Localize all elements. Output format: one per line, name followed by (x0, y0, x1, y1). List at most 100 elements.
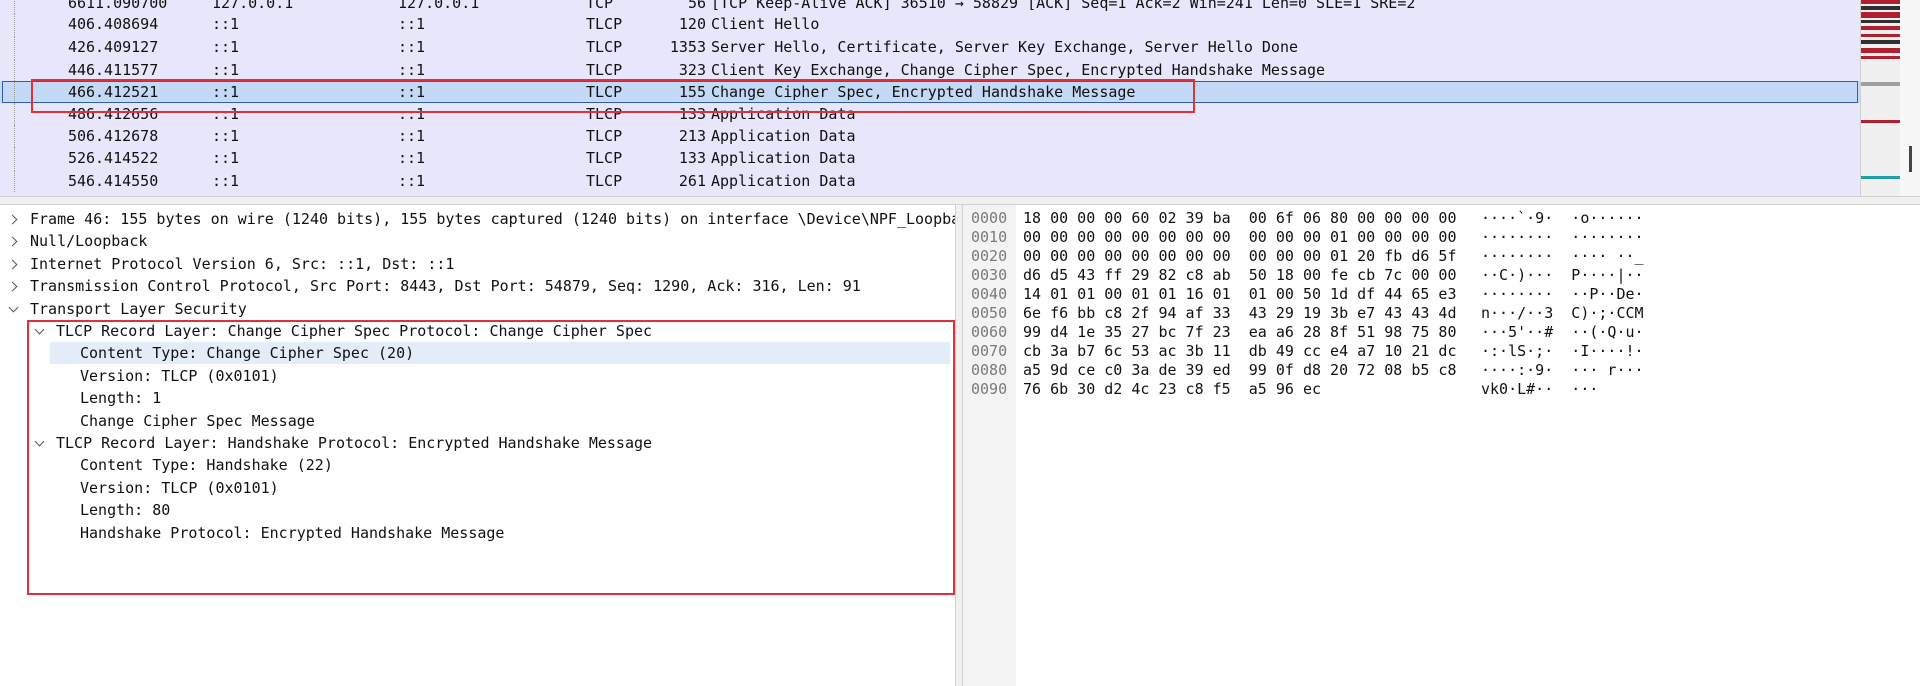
packet-number: 52 (67, 149, 86, 167)
ascii-bytes[interactable]: ········ ··P··De· (1481, 285, 1644, 304)
packet-length: 323 (678, 61, 706, 79)
row-guide-line (14, 0, 15, 14)
minimap-mark (1861, 176, 1901, 179)
packet-source: ::1 (212, 127, 240, 145)
hex-bytes[interactable]: cb 3a b7 6c 53 ac 3b 11 db 49 cc e4 a7 1… (1023, 342, 1456, 361)
ascii-bytes[interactable]: ········ ···· ··_ (1481, 247, 1644, 266)
tree-row[interactable]: Transmission Control Protocol, Src Port:… (0, 275, 950, 297)
hex-row[interactable]: 0080 a5 9d ce c0 3a de 39 ed 99 0f d8 20 … (963, 361, 1903, 380)
packet-row[interactable]: 42 6.409127::1::1 TLCP 1353 Server Hello, Ce… (0, 36, 1860, 58)
ascii-bytes[interactable]: ·:·lS·;· ·I····!· (1481, 342, 1644, 361)
packet-number: 54 (67, 172, 86, 190)
chevron-down-icon[interactable] (8, 304, 18, 314)
hex-bytes[interactable]: 6e f6 bb c8 2f 94 af 33 43 29 19 3b e7 4… (1023, 304, 1456, 323)
packet-time: 6.411577 (86, 61, 159, 79)
minimap-mark (1861, 48, 1901, 53)
chevron-right-icon[interactable] (8, 214, 18, 224)
packet-info: Application Data (711, 172, 856, 190)
scrollbar-thumb[interactable] (1909, 146, 1912, 172)
packet-minimap[interactable] (1860, 0, 1901, 196)
packet-list-scrollbar[interactable] (1900, 0, 1920, 196)
row-guide-line (14, 125, 15, 147)
tree-label: Frame 46: 155 bytes on wire (1240 bits),… (30, 210, 955, 228)
packet-number: 42 (67, 38, 86, 56)
hex-row[interactable]: 0050 6e f6 bb c8 2f 94 af 33 43 29 19 3b … (963, 304, 1903, 323)
ascii-bytes[interactable]: ····:·9· ··· r··· (1481, 361, 1644, 380)
row-guide-line (14, 13, 15, 35)
hex-offset: 0040 (971, 285, 1008, 303)
packet-number: 50 (67, 127, 86, 145)
hex-bytes[interactable]: 18 00 00 00 60 02 39 ba 00 6f 06 80 00 0… (1023, 209, 1456, 228)
hex-row[interactable]: 0000 18 00 00 00 60 02 39 ba 00 6f 06 80 … (963, 209, 1903, 228)
packet-destination: ::1 (398, 149, 426, 167)
packet-length: 261 (678, 172, 706, 190)
horizontal-splitter[interactable] (0, 196, 1920, 205)
packet-protocol: TCP (586, 0, 614, 12)
packet-protocol: TLCP (586, 149, 623, 167)
packet-row[interactable]: 66 11.090700 127.0.0.1 127.0.0.1 TCP 56 [TCP K… (0, 0, 1860, 14)
ascii-bytes[interactable]: ··C·)··· P····|·· (1481, 266, 1644, 285)
ascii-bytes[interactable]: vk0·L#·· ··· (1481, 380, 1598, 399)
hex-bytes[interactable]: 00 00 00 00 00 00 00 00 00 00 00 01 20 f… (1023, 247, 1456, 266)
packet-destination: ::1 (398, 61, 426, 79)
minimap-mark (1861, 26, 1901, 30)
packet-info: Client Hello (711, 15, 820, 33)
ascii-bytes[interactable]: ····`·9· ·o······ (1481, 209, 1644, 228)
tree-row[interactable]: Internet Protocol Version 6, Src: ::1, D… (0, 253, 950, 275)
packet-info: Application Data (711, 149, 856, 167)
packet-source: 127.0.0.1 (212, 0, 294, 12)
packet-time: 6.414550 (86, 172, 159, 190)
packet-protocol: TLCP (586, 38, 623, 56)
packet-row[interactable]: 54 6.414550::1::1 TLCP 261 Application Data (0, 170, 1860, 192)
tree-row[interactable]: Transport Layer Security (0, 298, 950, 320)
minimap-mark (1861, 40, 1901, 44)
hex-bytes[interactable]: 14 01 01 00 01 01 16 01 01 00 50 1d df 4… (1023, 285, 1456, 304)
ascii-bytes[interactable]: n···/··3 C)·;·CCM (1481, 304, 1644, 323)
minimap-mark (1861, 56, 1901, 59)
hex-row[interactable]: 0060 99 d4 1e 35 27 bc 7f 23 ea a6 28 8f … (963, 323, 1903, 342)
hex-row[interactable]: 0040 14 01 01 00 01 01 16 01 01 00 50 1d … (963, 285, 1903, 304)
hex-row[interactable]: 0090 76 6b 30 d2 4c 23 c8 f5 a5 96 ec vk0·… (963, 380, 1903, 399)
packet-number: 44 (67, 61, 86, 79)
hex-offset: 0080 (971, 361, 1008, 379)
tree-row[interactable]: Frame 46: 155 bytes on wire (1240 bits),… (0, 208, 955, 230)
hex-bytes[interactable]: a5 9d ce c0 3a de 39 ed 99 0f d8 20 72 0… (1023, 361, 1456, 380)
packet-row[interactable]: 44 6.411577::1::1 TLCP 323 Client Key Exchan… (0, 59, 1860, 81)
packet-row[interactable]: 50 6.412678::1::1 TLCP 213 Application Data (0, 125, 1860, 147)
ascii-bytes[interactable]: ···5'··# ··(·Q·u· (1481, 323, 1644, 342)
packet-source: ::1 (212, 149, 240, 167)
packet-destination: ::1 (398, 127, 426, 145)
packet-protocol: TLCP (586, 61, 623, 79)
chevron-right-icon[interactable] (8, 281, 18, 291)
hex-offset: 0030 (971, 266, 1008, 284)
hex-offset: 0010 (971, 228, 1008, 246)
hex-row[interactable]: 0070 cb 3a b7 6c 53 ac 3b 11 db 49 cc e4 … (963, 342, 1903, 361)
minimap-mark (1861, 34, 1901, 37)
ascii-bytes[interactable]: ········ ········ (1481, 228, 1644, 247)
packet-number: 66 (67, 0, 86, 12)
packet-protocol: TLCP (586, 127, 623, 145)
hex-row[interactable]: 0030 d6 d5 43 ff 29 82 c8 ab 50 18 00 fe … (963, 266, 1903, 285)
row-guide-line (14, 59, 15, 81)
packet-row[interactable]: 52 6.414522::1::1 TLCP 133 Application Data (0, 147, 1860, 169)
hex-bytes[interactable]: 99 d4 1e 35 27 bc 7f 23 ea a6 28 8f 51 9… (1023, 323, 1456, 342)
vertical-splitter[interactable] (955, 205, 963, 686)
hex-bytes[interactable]: d6 d5 43 ff 29 82 c8 ab 50 18 00 fe cb 7… (1023, 266, 1456, 285)
tree-label: Internet Protocol Version 6, Src: ::1, D… (30, 254, 455, 273)
chevron-right-icon[interactable] (8, 259, 18, 269)
tree-row[interactable]: Null/Loopback (0, 230, 950, 252)
hex-offset: 0090 (971, 380, 1008, 398)
packet-protocol: TLCP (586, 15, 623, 33)
hex-bytes[interactable]: 76 6b 30 d2 4c 23 c8 f5 a5 96 ec (1023, 380, 1321, 399)
hex-row[interactable]: 0010 00 00 00 00 00 00 00 00 00 00 00 01 … (963, 228, 1903, 247)
chevron-right-icon[interactable] (8, 236, 18, 246)
hex-row[interactable]: 0020 00 00 00 00 00 00 00 00 00 00 00 01 … (963, 247, 1903, 266)
packet-row[interactable]: 40 6.408694::1::1 TLCP 120 Client Hello (0, 13, 1860, 35)
hex-bytes[interactable]: 00 00 00 00 00 00 00 00 00 00 00 01 00 0… (1023, 228, 1456, 247)
packet-length: 1353 (669, 38, 706, 56)
annotation-box-selected-row (31, 79, 1195, 113)
packet-bytes-pane[interactable]: 0000 18 00 00 00 60 02 39 ba 00 6f 06 80 … (963, 205, 1920, 686)
hex-offset: 0060 (971, 323, 1008, 341)
packet-length: 120 (678, 15, 706, 33)
minimap-mark (1861, 0, 1901, 4)
